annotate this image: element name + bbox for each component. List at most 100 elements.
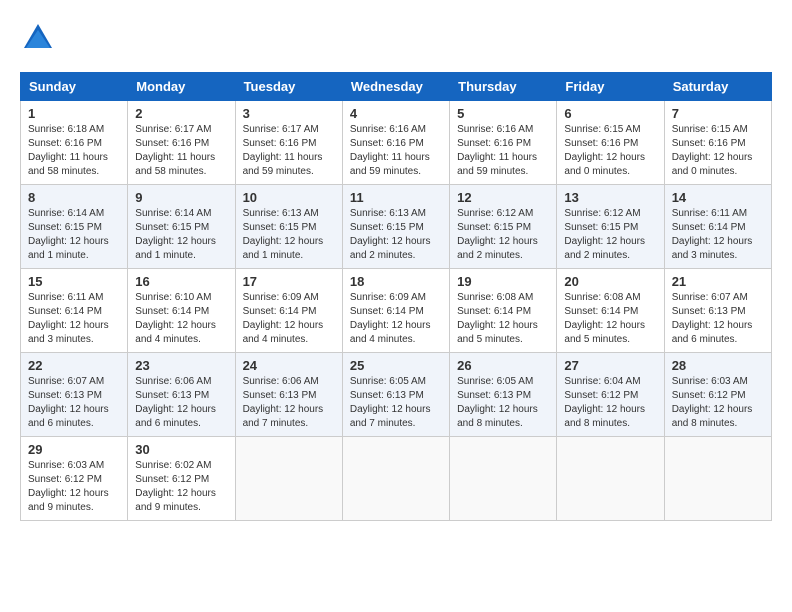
day-number: 13: [564, 190, 656, 205]
day-info: Sunrise: 6:06 AM Sunset: 6:13 PM Dayligh…: [243, 375, 335, 431]
day-cell: 22Sunrise: 6:07 AM Sunset: 6:13 PM Dayli…: [21, 353, 128, 437]
day-number: 27: [564, 358, 656, 373]
day-cell: 16 Sunrise: 6:10 AM Sunset: 6:14 PM Dayli…: [128, 269, 235, 353]
day-number: 10: [243, 190, 335, 205]
day-cell: 7 Sunrise: 6:15 AM Sunset: 6:16 PM Daylig…: [664, 101, 771, 185]
day-number: 19: [457, 274, 549, 289]
day-cell: [557, 437, 664, 521]
header-wednesday: Wednesday: [342, 73, 449, 101]
day-number: 1: [28, 106, 120, 121]
day-info: Sunrise: 6:09 AM Sunset: 6:14 PM Dayligh…: [350, 291, 442, 347]
day-info: Sunrise: 6:13 AM Sunset: 6:15 PM Dayligh…: [243, 207, 335, 263]
day-info: Sunrise: 6:08 AM Sunset: 6:14 PM Dayligh…: [564, 291, 656, 347]
day-info: Sunrise: 6:02 AM Sunset: 6:12 PM Dayligh…: [135, 459, 227, 515]
day-cell: 15 Sunrise: 6:11 AM Sunset: 6:14 PM Dayli…: [21, 269, 128, 353]
day-cell: 2 Sunrise: 6:17 AM Sunset: 6:16 PM Daylig…: [128, 101, 235, 185]
day-number: 11: [350, 190, 442, 205]
day-cell: 29 Sunrise: 6:03 AM Sunset: 6:12 PM Dayli…: [21, 437, 128, 521]
logo: [20, 20, 60, 56]
day-cell: 17 Sunrise: 6:09 AM Sunset: 6:14 PM Dayli…: [235, 269, 342, 353]
day-cell: [450, 437, 557, 521]
day-cell: 19 Sunrise: 6:08 AM Sunset: 6:14 PM Dayli…: [450, 269, 557, 353]
day-info: Sunrise: 6:06 AM Sunset: 6:13 PM Dayligh…: [135, 375, 227, 431]
day-number: 3: [243, 106, 335, 121]
day-info: Sunrise: 6:11 AM Sunset: 6:14 PM Dayligh…: [28, 291, 120, 347]
day-info: Sunrise: 6:05 AM Sunset: 6:13 PM Dayligh…: [350, 375, 442, 431]
day-number: 25: [350, 358, 442, 373]
day-info: Sunrise: 6:07 AM Sunset: 6:13 PM Dayligh…: [672, 291, 764, 347]
header-friday: Friday: [557, 73, 664, 101]
day-info: Sunrise: 6:18 AM Sunset: 6:16 PM Dayligh…: [28, 123, 120, 179]
logo-icon: [20, 20, 56, 56]
day-cell: 18 Sunrise: 6:09 AM Sunset: 6:14 PM Dayli…: [342, 269, 449, 353]
day-cell: 21 Sunrise: 6:07 AM Sunset: 6:13 PM Dayli…: [664, 269, 771, 353]
day-info: Sunrise: 6:12 AM Sunset: 6:15 PM Dayligh…: [457, 207, 549, 263]
header-saturday: Saturday: [664, 73, 771, 101]
day-info: Sunrise: 6:03 AM Sunset: 6:12 PM Dayligh…: [672, 375, 764, 431]
header-monday: Monday: [128, 73, 235, 101]
day-cell: 5Sunrise: 6:16 AM Sunset: 6:16 PM Daylig…: [450, 101, 557, 185]
day-info: Sunrise: 6:12 AM Sunset: 6:15 PM Dayligh…: [564, 207, 656, 263]
day-number: 20: [564, 274, 656, 289]
day-number: 29: [28, 442, 120, 457]
day-number: 24: [243, 358, 335, 373]
day-number: 18: [350, 274, 442, 289]
day-cell: 1 Sunrise: 6:18 AM Sunset: 6:16 PM Daylig…: [21, 101, 128, 185]
day-number: 9: [135, 190, 227, 205]
day-info: Sunrise: 6:17 AM Sunset: 6:16 PM Dayligh…: [243, 123, 335, 179]
day-cell: [342, 437, 449, 521]
day-info: Sunrise: 6:11 AM Sunset: 6:14 PM Dayligh…: [672, 207, 764, 263]
day-number: 4: [350, 106, 442, 121]
day-number: 2: [135, 106, 227, 121]
page-header: [20, 20, 772, 56]
day-info: Sunrise: 6:10 AM Sunset: 6:14 PM Dayligh…: [135, 291, 227, 347]
header-tuesday: Tuesday: [235, 73, 342, 101]
day-number: 30: [135, 442, 227, 457]
day-info: Sunrise: 6:09 AM Sunset: 6:14 PM Dayligh…: [243, 291, 335, 347]
day-number: 22: [28, 358, 120, 373]
day-cell: 14 Sunrise: 6:11 AM Sunset: 6:14 PM Dayli…: [664, 185, 771, 269]
day-cell: 12 Sunrise: 6:12 AM Sunset: 6:15 PM Dayli…: [450, 185, 557, 269]
day-cell: 23 Sunrise: 6:06 AM Sunset: 6:13 PM Dayli…: [128, 353, 235, 437]
day-info: Sunrise: 6:05 AM Sunset: 6:13 PM Dayligh…: [457, 375, 549, 431]
day-number: 12: [457, 190, 549, 205]
calendar: SundayMondayTuesdayWednesdayThursdayFrid…: [20, 72, 772, 521]
day-number: 15: [28, 274, 120, 289]
day-cell: 9Sunrise: 6:14 AM Sunset: 6:15 PM Daylig…: [128, 185, 235, 269]
day-info: Sunrise: 6:17 AM Sunset: 6:16 PM Dayligh…: [135, 123, 227, 179]
day-info: Sunrise: 6:03 AM Sunset: 6:12 PM Dayligh…: [28, 459, 120, 515]
day-cell: 13 Sunrise: 6:12 AM Sunset: 6:15 PM Dayli…: [557, 185, 664, 269]
calendar-header-row: SundayMondayTuesdayWednesdayThursdayFrid…: [21, 73, 772, 101]
day-number: 8: [28, 190, 120, 205]
day-cell: [235, 437, 342, 521]
header-sunday: Sunday: [21, 73, 128, 101]
week-row-5: 29 Sunrise: 6:03 AM Sunset: 6:12 PM Dayli…: [21, 437, 772, 521]
day-cell: 25 Sunrise: 6:05 AM Sunset: 6:13 PM Dayli…: [342, 353, 449, 437]
header-thursday: Thursday: [450, 73, 557, 101]
day-info: Sunrise: 6:16 AM Sunset: 6:16 PM Dayligh…: [350, 123, 442, 179]
day-cell: 27 Sunrise: 6:04 AM Sunset: 6:12 PM Dayli…: [557, 353, 664, 437]
day-cell: 20 Sunrise: 6:08 AM Sunset: 6:14 PM Dayli…: [557, 269, 664, 353]
day-cell: 26 Sunrise: 6:05 AM Sunset: 6:13 PM Dayli…: [450, 353, 557, 437]
day-cell: [664, 437, 771, 521]
week-row-1: 1 Sunrise: 6:18 AM Sunset: 6:16 PM Daylig…: [21, 101, 772, 185]
day-number: 6: [564, 106, 656, 121]
day-number: 7: [672, 106, 764, 121]
day-info: Sunrise: 6:04 AM Sunset: 6:12 PM Dayligh…: [564, 375, 656, 431]
day-cell: 3 Sunrise: 6:17 AM Sunset: 6:16 PM Daylig…: [235, 101, 342, 185]
day-number: 5: [457, 106, 549, 121]
day-number: 17: [243, 274, 335, 289]
day-number: 21: [672, 274, 764, 289]
day-number: 23: [135, 358, 227, 373]
day-number: 26: [457, 358, 549, 373]
day-cell: 10 Sunrise: 6:13 AM Sunset: 6:15 PM Dayli…: [235, 185, 342, 269]
day-cell: 24 Sunrise: 6:06 AM Sunset: 6:13 PM Dayli…: [235, 353, 342, 437]
day-info: Sunrise: 6:15 AM Sunset: 6:16 PM Dayligh…: [672, 123, 764, 179]
day-number: 16: [135, 274, 227, 289]
day-info: Sunrise: 6:13 AM Sunset: 6:15 PM Dayligh…: [350, 207, 442, 263]
day-number: 14: [672, 190, 764, 205]
day-info: Sunrise: 6:08 AM Sunset: 6:14 PM Dayligh…: [457, 291, 549, 347]
week-row-4: 22Sunrise: 6:07 AM Sunset: 6:13 PM Dayli…: [21, 353, 772, 437]
day-cell: 11 Sunrise: 6:13 AM Sunset: 6:15 PM Dayli…: [342, 185, 449, 269]
day-cell: 4 Sunrise: 6:16 AM Sunset: 6:16 PM Daylig…: [342, 101, 449, 185]
